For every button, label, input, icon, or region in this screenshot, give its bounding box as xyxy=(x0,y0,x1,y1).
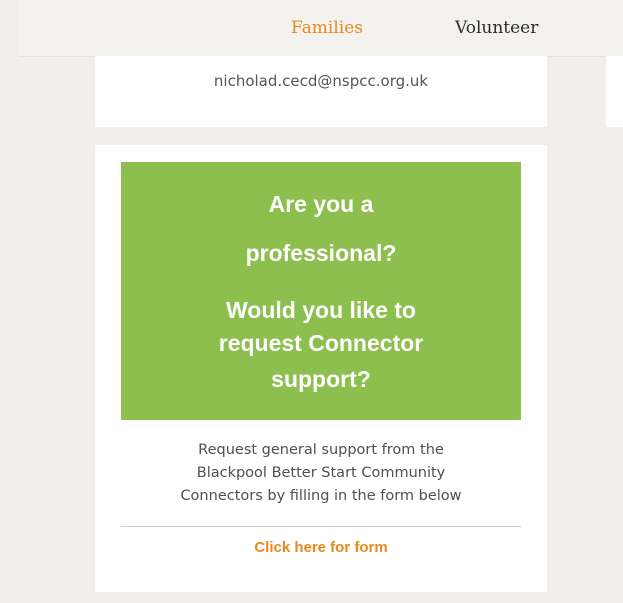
support-description-line: Connectors by filling in the form below xyxy=(180,488,462,504)
professional-banner: Are you a professional? Would you like t… xyxy=(121,162,521,420)
contact-card: nicholad.cecd@nspcc.org.uk xyxy=(95,56,547,127)
support-description-line: Request general support from the xyxy=(198,442,444,458)
banner-line: Are you a xyxy=(268,191,374,217)
divider xyxy=(121,526,521,527)
banner-line: Would you like to xyxy=(226,297,416,323)
form-link[interactable]: Click here for form xyxy=(95,539,547,556)
banner-line: professional? xyxy=(245,240,397,266)
contact-email[interactable]: nicholad.cecd@nspcc.org.uk xyxy=(95,72,547,90)
support-description-line: Blackpool Better Start Community xyxy=(196,465,446,481)
adjacent-card-edge xyxy=(606,56,623,127)
page: Families Volunteer nicholad.cecd@nspcc.o… xyxy=(0,0,623,603)
nav-link-volunteer[interactable]: Volunteer xyxy=(455,18,538,38)
banner-line: request Connector xyxy=(218,330,424,356)
banner-line: support? xyxy=(271,366,371,392)
top-navigation: Families Volunteer xyxy=(18,0,623,57)
nav-link-families[interactable]: Families xyxy=(291,18,363,38)
professional-support-card: Are you a professional? Would you like t… xyxy=(95,145,547,592)
